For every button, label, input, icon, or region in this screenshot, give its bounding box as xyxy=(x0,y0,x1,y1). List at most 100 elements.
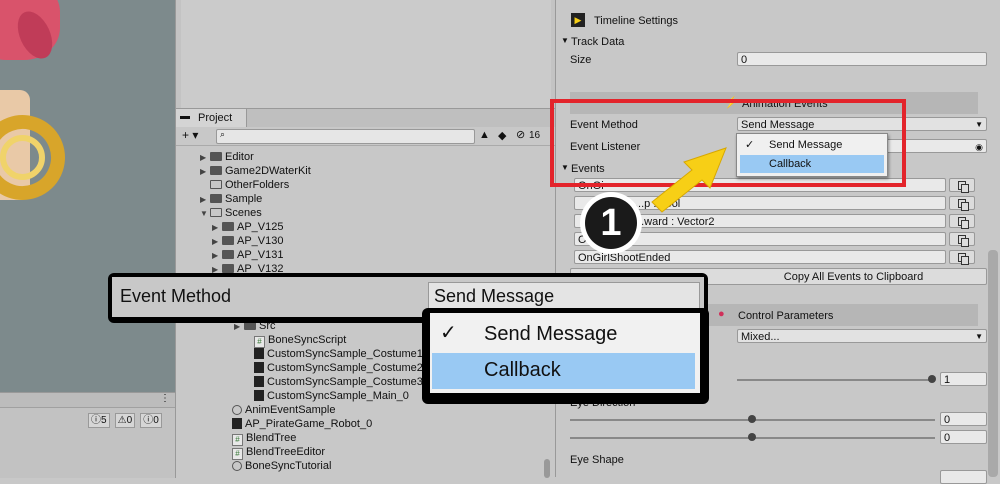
copy-icon xyxy=(958,217,969,229)
project-search-input[interactable]: ⌕ xyxy=(216,129,475,144)
chevron-right-icon[interactable]: ▶ xyxy=(200,193,210,207)
copy-event-button[interactable] xyxy=(949,250,975,265)
project-tree-item[interactable]: ▶ Sample xyxy=(200,192,262,206)
gold-ring-inner xyxy=(0,135,45,180)
slider-handle[interactable] xyxy=(748,433,756,441)
folder-icon xyxy=(222,222,234,231)
project-tree-item[interactable]: AP_PirateGame_Robot_0 xyxy=(222,417,372,431)
sprite-icon xyxy=(254,376,264,387)
scene-view[interactable] xyxy=(0,0,175,392)
project-tree-item[interactable]: ▶ AP_V130 xyxy=(212,234,283,248)
project-tree-item[interactable]: # BoneSyncScript xyxy=(244,333,346,348)
project-tree-label: CustomSyncSample_Costume3_0 xyxy=(267,376,436,388)
chevron-right-icon[interactable]: ▶ xyxy=(200,151,210,165)
project-tree-label: CustomSyncSample_Costume1_0 xyxy=(267,348,436,360)
project-tree-label: AP_V130 xyxy=(237,235,284,247)
folder-icon xyxy=(210,194,222,203)
folder-icon: ▬ xyxy=(180,111,190,122)
project-scrollbar[interactable] xyxy=(544,459,550,478)
zoom-check-icon: ✓ xyxy=(440,322,457,344)
hidden-packages-icon[interactable]: ⊘ xyxy=(516,128,525,141)
inspector-scrollbar[interactable] xyxy=(988,250,998,477)
project-tree-label: AnimEventSample xyxy=(245,404,336,416)
console-menu-icon[interactable]: ⋮ xyxy=(160,393,170,404)
project-tree-item[interactable]: ▶ Editor xyxy=(200,150,254,164)
step-number: 1 xyxy=(585,197,637,249)
chevron-right-icon[interactable]: ▶ xyxy=(212,249,222,263)
dropdown-option-send-message[interactable]: ✓ Send Message xyxy=(737,136,887,154)
zoom-option-label: Send Message xyxy=(484,323,618,345)
check-icon: ✓ xyxy=(745,139,755,151)
copy-event-button[interactable] xyxy=(949,178,975,193)
project-tree-item[interactable]: CustomSyncSample_Main_0 xyxy=(244,389,409,403)
zoom-option-label: Callback xyxy=(484,359,561,381)
dropdown-option-callback[interactable]: Callback xyxy=(740,155,884,173)
project-tree-label: Sample xyxy=(225,193,263,205)
project-tree-item[interactable]: ▶ Game2DWaterKit xyxy=(200,164,311,178)
chevron-right-icon[interactable]: ▶ xyxy=(200,165,210,179)
zoom-option-send-message[interactable]: ✓ Send Message xyxy=(430,315,700,351)
tab-project[interactable]: ▬ Project xyxy=(176,109,247,127)
copy-event-button[interactable] xyxy=(949,196,975,211)
console-counters: ⓘ5 ⚠0 ⓘ0 xyxy=(88,413,164,428)
track-data-label[interactable]: Track Data xyxy=(571,36,624,48)
slider-value-field[interactable] xyxy=(940,470,987,484)
project-tree-item[interactable]: # BlendTree xyxy=(222,431,297,446)
chevron-right-icon[interactable]: ▶ xyxy=(212,235,222,249)
project-tree-item[interactable]: ▼ Scenes xyxy=(200,206,262,220)
chevron-right-icon[interactable]: ▶ xyxy=(212,221,222,235)
sprite-icon xyxy=(254,362,264,373)
package-count: 16 xyxy=(529,130,541,141)
object-picker-icon[interactable]: ◉ xyxy=(975,140,983,152)
folder-open-icon xyxy=(210,180,222,189)
project-tree-label: Game2DWaterKit xyxy=(225,165,311,177)
timeline-settings-label: Timeline Settings xyxy=(594,15,678,27)
copy-event-button[interactable] xyxy=(949,214,975,229)
copy-icon xyxy=(958,199,969,211)
console-panel: ⋮ ⓘ5 ⚠0 ⓘ0 xyxy=(0,392,175,478)
project-tree-item[interactable]: BoneSyncTutorial xyxy=(222,459,331,473)
add-asset-button[interactable]: + ▾ xyxy=(182,128,198,142)
project-tree-item[interactable]: CustomSyncSample_Costume1_0 xyxy=(244,347,435,361)
project-tree-item[interactable]: ▶ AP_V125 xyxy=(212,220,283,234)
console-header: ⋮ xyxy=(0,393,175,408)
folder-icon xyxy=(222,264,234,273)
project-tree-label: BlendTree xyxy=(246,432,297,444)
folder-icon xyxy=(222,250,234,259)
mixed-dropdown[interactable]: Mixed... ▼ xyxy=(737,329,987,343)
slider-value-field[interactable]: 0 xyxy=(940,430,987,444)
project-tree-label: Scenes xyxy=(225,207,262,219)
slider-value-field[interactable]: 0 xyxy=(940,412,987,426)
filter-by-type-icon[interactable]: ▲ xyxy=(479,129,490,141)
project-tree-item[interactable]: CustomSyncSample_Costume3_0 xyxy=(244,375,435,389)
slider-handle[interactable] xyxy=(748,415,756,423)
project-tree-item[interactable]: CustomSyncSample_Costume2_0 xyxy=(244,361,435,375)
track-data-foldout-icon[interactable]: ▼ xyxy=(561,36,569,45)
slider-handle[interactable] xyxy=(928,375,936,383)
project-tree-item[interactable]: # BlendTreeEditor xyxy=(222,445,325,460)
copy-event-button[interactable] xyxy=(949,232,975,247)
chevron-down-icon[interactable]: ▼ xyxy=(200,207,210,221)
zoom-option-callback[interactable]: Callback xyxy=(432,353,695,389)
event-item[interactable]: OnGirlShootEnded xyxy=(574,250,946,264)
project-tree-label: AP_PirateGame_Robot_0 xyxy=(245,418,373,430)
pin-icon: ● xyxy=(718,308,725,320)
slider-track[interactable] xyxy=(737,379,932,381)
event-method-popup: ✓ Send Message Callback xyxy=(736,133,888,177)
warning-count-toggle[interactable]: ⓘ5 xyxy=(88,413,110,428)
error-count-toggle[interactable]: ⓘ0 xyxy=(140,413,162,428)
hierarchy-panel xyxy=(175,0,556,108)
project-tree-item[interactable]: AnimEventSample xyxy=(222,403,336,417)
project-tree-label: CustomSyncSample_Costume2_0 xyxy=(267,362,436,374)
zoom-popup: ✓ Send Message Callback xyxy=(430,313,700,393)
size-field[interactable]: 0 xyxy=(737,52,987,66)
alert-count-toggle[interactable]: ⚠0 xyxy=(114,413,136,428)
project-tree-label: CustomSyncSample_Main_0 xyxy=(267,390,409,402)
filter-by-label-icon[interactable]: ◆ xyxy=(498,129,506,142)
project-tree-item[interactable]: OtherFolders xyxy=(200,178,289,192)
control-parameters-label: Control Parameters xyxy=(738,310,834,322)
zoom-event-method-dropdown[interactable]: Send Message xyxy=(428,282,700,310)
slider-value-field[interactable]: 1 xyxy=(940,372,987,386)
project-tree-item[interactable]: ▶ AP_V131 xyxy=(212,248,283,262)
animation-icon xyxy=(232,405,242,415)
